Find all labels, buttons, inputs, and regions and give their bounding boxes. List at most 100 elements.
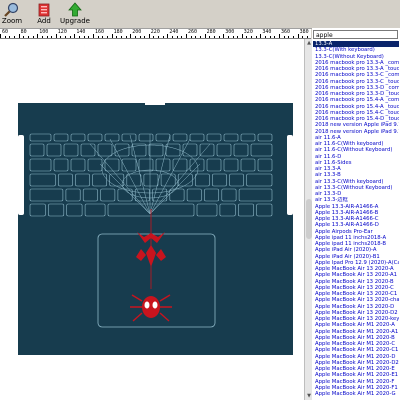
list-item[interactable]: 2016 macbook pro 13.3-C _touch xyxy=(313,79,399,85)
ruler-tick xyxy=(46,36,48,38)
ruler-label: 160 xyxy=(95,29,105,35)
left-speaker-cutout xyxy=(18,135,24,215)
list-item[interactable]: air 11.6-C(Without Keyboard) xyxy=(313,147,399,153)
ruler-tick xyxy=(218,36,220,38)
ruler-tick xyxy=(274,36,276,38)
ruler-tick xyxy=(283,36,285,38)
ruler-label: 60 xyxy=(2,29,9,35)
upgrade-label: Upgrade xyxy=(60,17,90,25)
ruler-tick xyxy=(139,36,141,38)
ruler-tick xyxy=(167,34,169,38)
ruler-tick xyxy=(246,36,248,38)
ruler-tick xyxy=(186,34,187,38)
ruler-tick xyxy=(65,36,67,38)
ruler-tick xyxy=(120,36,122,38)
right-speaker-cutout xyxy=(287,135,293,215)
ruler-tick xyxy=(55,34,57,38)
ruler-tick xyxy=(199,36,201,38)
ruler-tick xyxy=(144,36,146,38)
list-item[interactable]: Apple MacBook Air M1 2020-C1 xyxy=(313,347,399,353)
ruler-tick xyxy=(181,36,183,38)
ruler-tick xyxy=(288,36,290,38)
ruler-tick xyxy=(190,36,192,38)
ruler-tick xyxy=(83,36,85,38)
list-item[interactable]: Apple MacBook Air M1 2020-D xyxy=(313,354,399,360)
ruler-tick xyxy=(51,36,53,38)
ruler-tick xyxy=(265,36,267,38)
list-item[interactable]: Apple MacBook Air 13 2020-B xyxy=(313,279,399,285)
ruler-tick xyxy=(37,34,39,38)
ruler-label: 260 xyxy=(188,29,198,35)
toolbar: Zoom Add Upgrade xyxy=(0,0,400,29)
list-item[interactable]: 2016 macbook pro 13.3-C _comn xyxy=(313,72,399,78)
ruler-tick xyxy=(241,34,243,38)
list-item[interactable]: 2018 new version Apple iPad 9.7- xyxy=(313,129,399,135)
ruler-label: 220 xyxy=(150,29,160,35)
ruler-tick xyxy=(292,36,294,38)
spider-body xyxy=(142,296,160,318)
list-item[interactable]: Apple MacBook Air M1 2020-F xyxy=(313,379,399,385)
ruler-label: 180 xyxy=(113,29,123,35)
ruler-tick xyxy=(172,36,174,38)
list-item[interactable]: Apple MacBook Air M1 2020-G xyxy=(313,391,399,397)
ruler-tick xyxy=(279,34,280,38)
model-list[interactable]: 13.3-A 13.3-C(With keyboard) 13.3-C(Withou… xyxy=(313,41,399,400)
list-item[interactable]: Apple MacBook Air M1 2020-A1 xyxy=(313,329,399,335)
laptop-skin-preview xyxy=(18,103,293,355)
ruler-tick xyxy=(269,36,271,38)
ruler-tick xyxy=(176,36,178,38)
list-item[interactable]: 2016 macbook pro 15.4-A _comn xyxy=(313,97,399,103)
ruler-tick xyxy=(27,36,29,38)
ruler-tick xyxy=(41,36,43,38)
ruler-tick xyxy=(158,36,160,38)
ruler-label: 80 xyxy=(20,29,27,35)
ruler-tick xyxy=(204,34,206,38)
ruler-tick xyxy=(0,34,1,38)
ruler-label: 140 xyxy=(76,29,86,35)
ruler-tick xyxy=(111,34,113,38)
ruler-tick xyxy=(213,36,215,38)
ruler-tick xyxy=(106,36,108,38)
list-item[interactable]: Apple MacBook Air M1 2020-A xyxy=(313,322,399,328)
ruler-tick xyxy=(251,36,253,38)
list-item[interactable]: 2016 macbook pro 15.4-A _touch xyxy=(313,104,399,110)
ruler-tick xyxy=(116,36,118,38)
ruler-tick xyxy=(97,36,99,38)
ruler-label: 200 xyxy=(132,29,142,35)
ruler-tick xyxy=(69,36,71,38)
ruler-tick xyxy=(148,34,150,38)
ruler-tick xyxy=(237,36,239,38)
ruler-tick xyxy=(232,36,234,38)
ruler-label: 380 xyxy=(299,29,309,35)
ruler-tick xyxy=(88,36,90,38)
search-input[interactable]: apple xyxy=(313,30,398,39)
ruler-tick xyxy=(297,34,299,38)
ruler-tick xyxy=(302,36,304,38)
add-icon xyxy=(38,3,50,17)
lid-notch xyxy=(145,103,165,105)
ruler-tick xyxy=(4,36,6,38)
ruler-tick xyxy=(9,36,11,38)
list-item[interactable]: 2018 new version Apple iPad 9.7- xyxy=(313,122,399,128)
ruler-label: 240 xyxy=(169,29,179,35)
list-item[interactable]: Apple MacBook Air 13 2020-A1 xyxy=(313,272,399,278)
ruler-tick xyxy=(260,34,262,38)
ruler-tick xyxy=(130,34,132,38)
list-item[interactable]: Apple MacBook Air 13 2020-D xyxy=(313,304,399,310)
ruler-tick xyxy=(23,36,25,38)
list-item[interactable]: Apple MacBook Air 13 2020-chan xyxy=(313,297,399,303)
spider-eye xyxy=(144,301,150,309)
ruler-tick xyxy=(162,36,164,38)
list-item[interactable]: Apple MacBook Air M1 2020-E1 xyxy=(313,372,399,378)
zoom-icon xyxy=(4,2,19,17)
ruler-tick xyxy=(125,36,127,38)
spider-eye xyxy=(152,301,158,309)
ruler-tick xyxy=(13,36,15,38)
upgrade-button[interactable]: Upgrade xyxy=(55,1,95,27)
design-canvas[interactable] xyxy=(0,39,304,400)
ruler-label: 340 xyxy=(262,29,272,35)
ruler-label: 300 xyxy=(225,29,235,35)
ruler-tick xyxy=(153,36,155,38)
ruler-tick xyxy=(255,36,257,38)
ruler-label: 320 xyxy=(243,29,253,35)
